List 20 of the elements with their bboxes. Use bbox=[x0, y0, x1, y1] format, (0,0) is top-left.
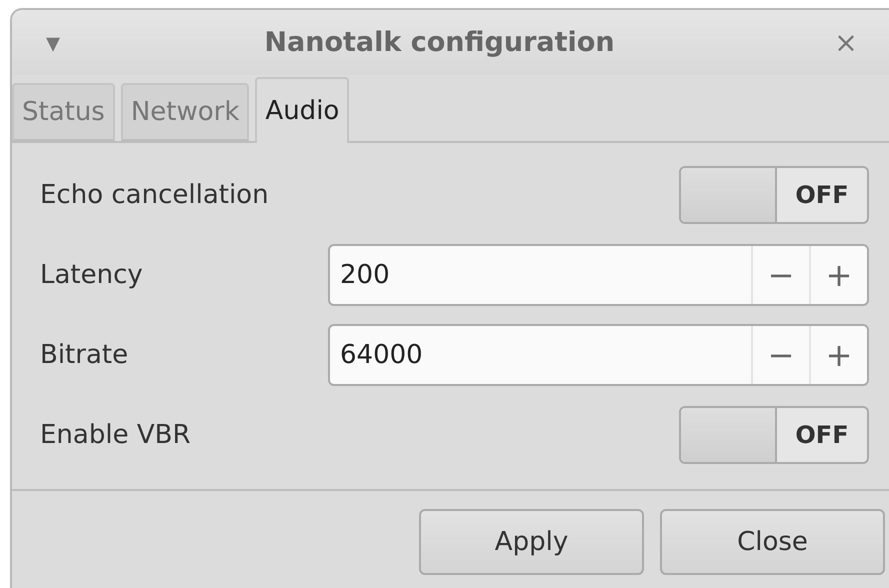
setting-label: Echo cancellation bbox=[40, 180, 270, 210]
toggle-switch[interactable]: OFF bbox=[679, 166, 869, 224]
setting-label: Latency bbox=[40, 260, 144, 290]
setting-label: Enable VBR bbox=[40, 420, 192, 450]
dialog-button[interactable]: Apply bbox=[419, 509, 644, 575]
spin-field[interactable]: 200 − + bbox=[328, 244, 869, 306]
toggle-switch[interactable]: OFF bbox=[679, 406, 869, 464]
dialog-button[interactable]: Close bbox=[660, 509, 885, 575]
window-title: Nanotalk configuration bbox=[264, 27, 615, 58]
tab[interactable]: Status bbox=[12, 83, 115, 141]
decrement-button[interactable]: − bbox=[751, 246, 809, 304]
decrement-button[interactable]: − bbox=[751, 326, 809, 384]
tab[interactable]: Audio bbox=[255, 77, 350, 143]
increment-button[interactable]: + bbox=[809, 246, 867, 304]
setting-label: Bitrate bbox=[40, 340, 130, 370]
spin-field[interactable]: 64000 − + bbox=[328, 324, 869, 386]
tab[interactable]: Network bbox=[120, 83, 250, 141]
close-button[interactable]: × bbox=[830, 26, 861, 59]
increment-button[interactable]: + bbox=[809, 326, 867, 384]
window-menu-button[interactable]: ▾ bbox=[38, 26, 68, 59]
